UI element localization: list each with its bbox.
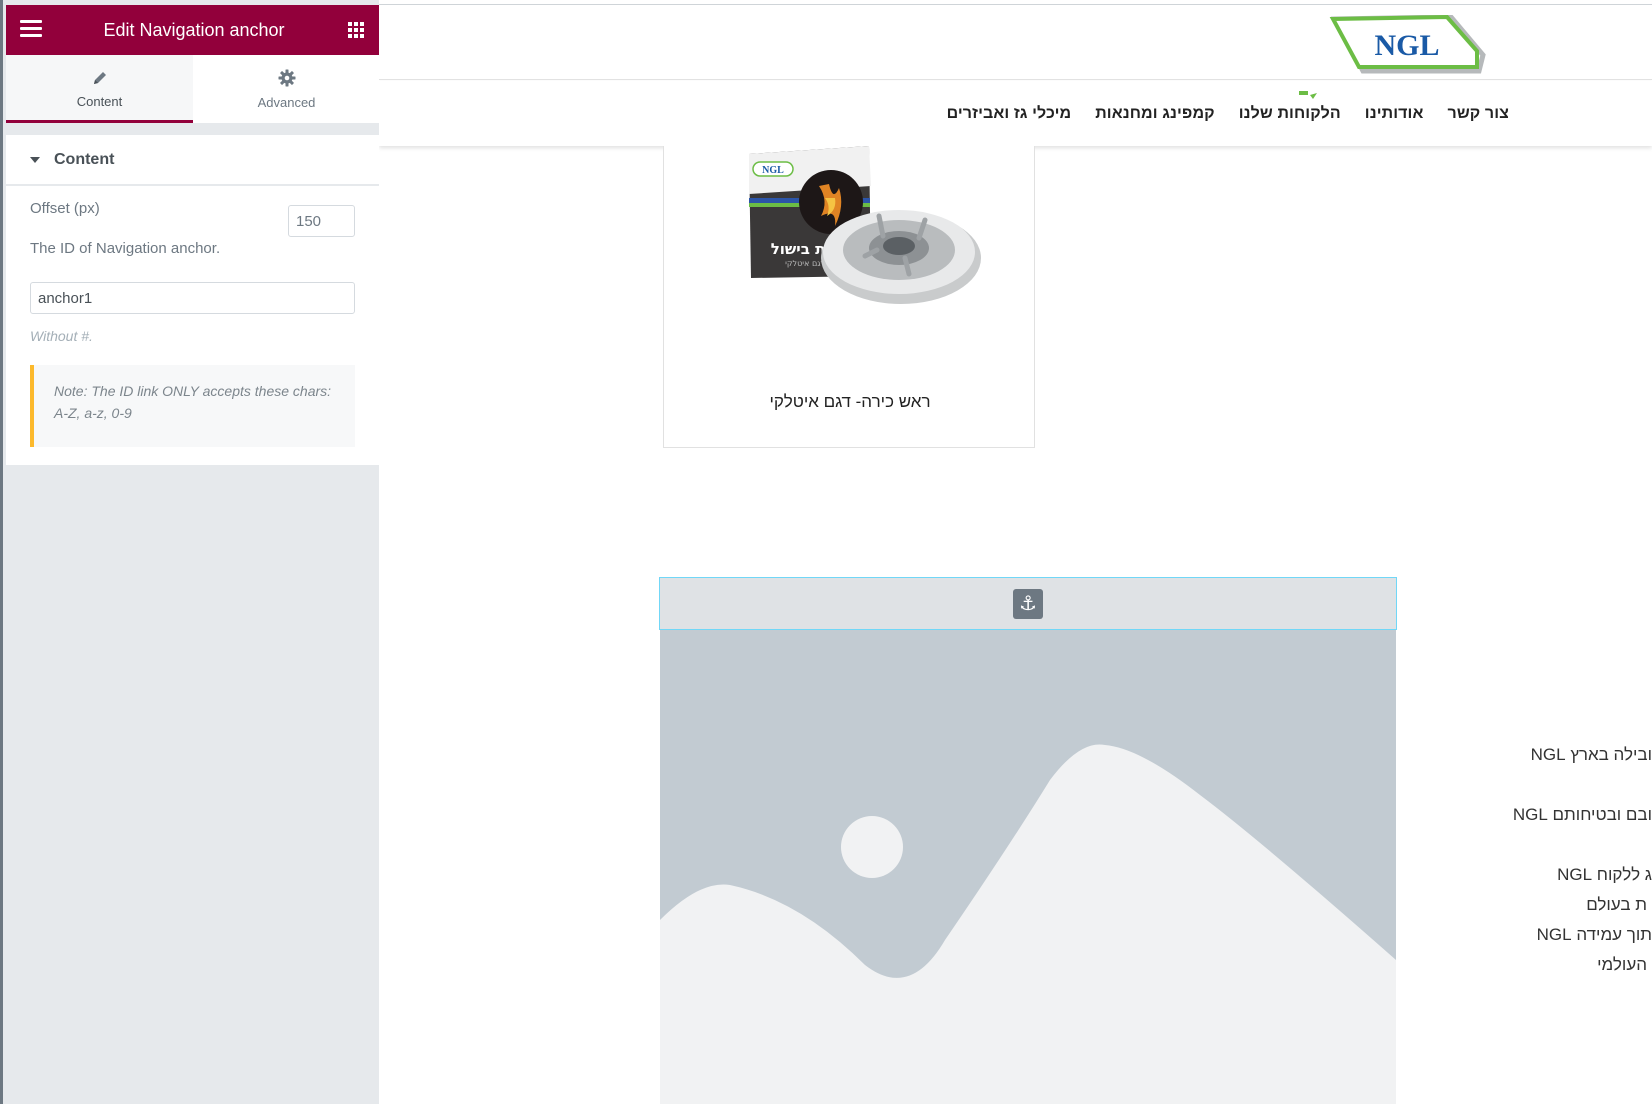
anchor-id-help: Without #. bbox=[30, 328, 93, 344]
site-preview: NGL צור קשר אודותינו הלקוחות שלנו קמפינג… bbox=[379, 0, 1652, 1104]
offset-input[interactable] bbox=[288, 205, 355, 237]
about-text-line-4: ת בעולם bbox=[1586, 895, 1647, 914]
product-title[interactable]: ראש כירה- דגם איטלקי bbox=[664, 392, 1036, 412]
product-card[interactable]: NGL כירת בישול דגם איטלקי ראש כירה- דגם … bbox=[663, 146, 1035, 448]
tab-content[interactable]: Content bbox=[6, 55, 193, 123]
image-placeholder[interactable] bbox=[660, 630, 1396, 1104]
logo-text: NGL bbox=[1374, 29, 1439, 62]
site-header: NGL bbox=[379, 5, 1652, 80]
main-nav: צור קשר אודותינו הלקוחות שלנו קמפינג ומח… bbox=[379, 81, 1652, 146]
box-logo-text: NGL bbox=[762, 165, 784, 176]
panel-tabs: Content Advanced bbox=[6, 55, 380, 123]
widgets-grid-icon[interactable] bbox=[348, 22, 364, 38]
panel-title: Edit Navigation anchor bbox=[103, 19, 285, 40]
editor-panel: Edit Navigation anchor Content Advanced … bbox=[0, 0, 380, 1104]
tab-advanced-label: Advanced bbox=[257, 94, 316, 110]
menu-icon[interactable] bbox=[20, 20, 42, 38]
nav-item-camping[interactable]: קמפינג ומחנאות bbox=[1095, 105, 1215, 123]
section-title: Content bbox=[54, 150, 115, 168]
nav-item-clients[interactable]: הלקוחות שלנו bbox=[1239, 105, 1341, 123]
about-text-line-3: ג ללקוח NGL bbox=[1557, 865, 1652, 884]
caret-down-icon bbox=[30, 156, 40, 163]
pencil-icon bbox=[93, 71, 106, 84]
anchor-id-label: The ID of Navigation anchor. bbox=[30, 240, 221, 257]
nav-item-about[interactable]: אודותינו bbox=[1365, 105, 1424, 123]
section-content-toggle[interactable]: Content bbox=[6, 135, 380, 185]
about-text-line-1: ובילה בארץ NGL bbox=[1530, 745, 1652, 764]
panel-header: Edit Navigation anchor bbox=[6, 5, 380, 55]
section-content-body: Offset (px) The ID of Navigation anchor.… bbox=[6, 186, 380, 465]
about-text-line-5: תוך עמידה NGL bbox=[1536, 925, 1652, 944]
active-menu-marker-icon bbox=[1299, 91, 1317, 99]
tab-advanced[interactable]: Advanced bbox=[193, 55, 380, 123]
about-text-line-6: העולמי bbox=[1597, 955, 1647, 974]
about-text-line-2: ובם ובטיחותם NGL bbox=[1512, 805, 1652, 824]
navigation-anchor-widget[interactable]: ⚓ bbox=[659, 577, 1397, 630]
anchor-id-input[interactable] bbox=[30, 282, 355, 314]
offset-label: Offset (px) bbox=[30, 200, 100, 217]
placeholder-illustration bbox=[660, 744, 1396, 1104]
box-subtitle-text: דגם איטלקי bbox=[785, 259, 825, 268]
nav-item-gas-tanks[interactable]: מיכלי גז ואביזרים bbox=[947, 105, 1072, 123]
ngl-logo[interactable]: NGL bbox=[1329, 15, 1489, 79]
tab-content-label: Content bbox=[76, 93, 123, 109]
anchor-icon[interactable]: ⚓ bbox=[1013, 588, 1043, 619]
nav-menu: צור קשר אודותינו הלקוחות שלנו קמפינג ומח… bbox=[947, 105, 1509, 123]
product-image: NGL כירת בישול דגם איטלקי bbox=[749, 146, 981, 304]
gear-icon bbox=[278, 69, 295, 86]
nav-item-contact[interactable]: צור קשר bbox=[1448, 105, 1510, 123]
anchor-id-note: Note: The ID link ONLY accepts these cha… bbox=[30, 365, 355, 447]
